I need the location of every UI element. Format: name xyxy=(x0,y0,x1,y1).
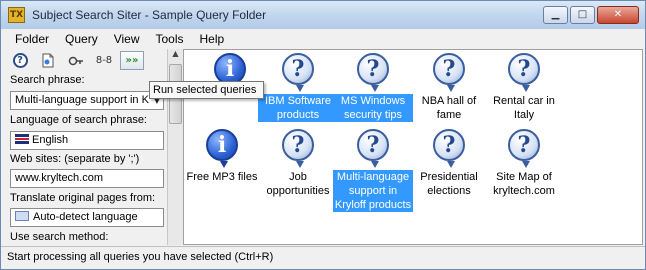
tools-button[interactable] xyxy=(64,51,88,70)
binoculars-icon: 8-8 xyxy=(95,55,113,66)
query-label: Job opportunities xyxy=(266,171,330,197)
info-icon: i xyxy=(206,129,238,168)
app-window: TX Subject Search Siter - Sample Query F… xyxy=(0,0,646,270)
query-label: Site Map of kryltech.com xyxy=(493,171,555,197)
question-icon: ? xyxy=(508,129,540,168)
question-icon: ? xyxy=(357,129,389,168)
minimize-button[interactable]: ▁ xyxy=(543,6,568,24)
query-list: i ? IBM Software products ? MS Windows s… xyxy=(183,49,643,245)
run-queries-tooltip: Run selected queries xyxy=(149,81,264,99)
query-item[interactable]: ? Multi-language support in Kryloff prod… xyxy=(333,129,413,212)
tools-icon xyxy=(68,56,83,65)
query-item[interactable]: ? Job opportunities xyxy=(258,129,338,198)
page-icon xyxy=(42,53,54,68)
menu-bar: Folder Query View Tools Help xyxy=(1,29,645,48)
query-item[interactable]: ? MS Windows security tips xyxy=(333,53,413,122)
websites-value: www.kryltech.com xyxy=(15,172,104,184)
vertical-scrollbar[interactable]: ▲ xyxy=(167,49,183,245)
window-controls: ▁ □ ✕ xyxy=(543,6,639,24)
menu-view[interactable]: View xyxy=(106,32,148,46)
query-label: Rental car in Italy xyxy=(493,95,555,121)
query-label: Presidential elections xyxy=(420,171,478,197)
query-label: NBA hall of fame xyxy=(421,95,477,121)
maximize-button[interactable]: □ xyxy=(570,6,595,24)
app-icon: TX xyxy=(8,7,25,23)
run-queries-button[interactable]: »» xyxy=(120,51,144,70)
language-icon xyxy=(15,211,29,221)
query-label: MS Windows security tips xyxy=(333,94,413,122)
query-item[interactable]: ? Presidential elections xyxy=(409,129,489,198)
query-item[interactable]: i Free MP3 files xyxy=(182,129,262,184)
close-button[interactable]: ✕ xyxy=(597,6,639,24)
scroll-up-icon[interactable]: ▲ xyxy=(168,49,183,64)
translate-value: Auto-detect language xyxy=(33,211,138,223)
title-bar[interactable]: TX Subject Search Siter - Sample Query F… xyxy=(1,1,645,29)
query-item[interactable]: ? Site Map of kryltech.com xyxy=(484,129,564,198)
query-label: Multi-language support in Kryloff produc… xyxy=(333,170,413,212)
websites-label: Web sites: (separate by ';') xyxy=(10,153,140,165)
language-select[interactable]: English xyxy=(10,131,164,150)
method-label: Use search method: xyxy=(10,231,109,243)
query-label: Free MP3 files xyxy=(186,171,258,183)
search-phrase-label: Search phrase: xyxy=(10,74,85,86)
menu-tools[interactable]: Tools xyxy=(148,32,192,46)
pane-toolbar: ? 8-8 »» xyxy=(4,49,167,72)
language-value: English xyxy=(32,134,69,146)
question-icon: ? xyxy=(433,53,465,92)
help-button[interactable]: ? xyxy=(8,51,32,70)
query-item[interactable]: ? IBM Software products xyxy=(258,53,338,122)
question-icon: ? xyxy=(357,53,389,92)
status-bar: Start processing all queries you have se… xyxy=(1,246,645,269)
uk-flag-icon xyxy=(15,134,29,144)
query-properties-pane: ? 8-8 »» Search phrase: Multi-language s… xyxy=(4,49,167,245)
question-icon: ? xyxy=(433,129,465,168)
window-title: Subject Search Siter - Sample Query Fold… xyxy=(32,8,267,22)
help-icon: ? xyxy=(12,53,28,68)
search-phrase-value: Multi-language support in K xyxy=(15,94,149,106)
menu-query[interactable]: Query xyxy=(57,32,106,46)
search-phrase-input[interactable]: Multi-language support in K ▼ xyxy=(10,91,164,110)
question-icon: ? xyxy=(282,53,314,92)
question-icon: ? xyxy=(508,53,540,92)
query-item[interactable]: ? NBA hall of fame xyxy=(409,53,489,122)
language-label: Language of search phrase: xyxy=(10,114,147,126)
menu-folder[interactable]: Folder xyxy=(7,32,57,46)
binoculars-button[interactable]: 8-8 xyxy=(92,51,116,70)
websites-input[interactable]: www.kryltech.com xyxy=(10,169,164,188)
question-icon: ? xyxy=(282,129,314,168)
menu-help[interactable]: Help xyxy=(192,32,233,46)
query-label: IBM Software products xyxy=(258,94,338,122)
translate-label: Translate original pages from: xyxy=(10,192,156,204)
query-item[interactable]: ? Rental car in Italy xyxy=(484,53,564,122)
page-button[interactable] xyxy=(36,51,60,70)
run-queries-icon: »» xyxy=(125,55,139,66)
translate-select[interactable]: Auto-detect language xyxy=(10,208,164,227)
